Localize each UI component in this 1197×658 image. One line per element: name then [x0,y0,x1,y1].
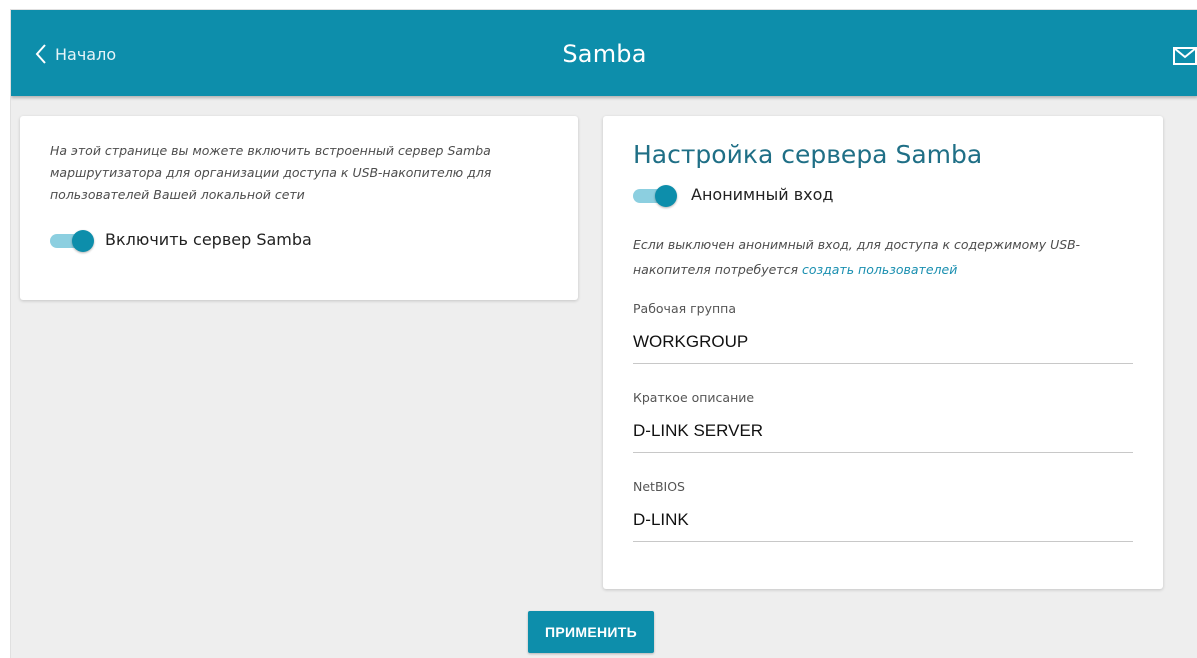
anonymous-login-label: Анонимный вход [691,185,834,204]
page-title: Samba [562,40,647,68]
apply-button[interactable]: ПРИМЕНИТЬ [528,611,654,653]
anonymous-login-note: Если выключен анонимный вход, для доступ… [633,232,1103,282]
short-description-input[interactable] [633,416,1133,446]
envelope-icon[interactable] [1173,47,1197,69]
samba-enable-card: На этой странице вы можете включить встр… [20,116,578,300]
header-bar: Начало Samba [11,10,1197,96]
short-description-field: Краткое описание [633,390,1133,453]
samba-settings-card: Настройка сервера Samba Анонимный вход Е… [603,116,1163,589]
settings-title: Настройка сервера Samba [633,140,983,169]
workgroup-label: Рабочая группа [633,301,736,316]
netbios-field: NetBIOS [633,479,1133,542]
toggle-thumb [655,185,677,207]
anonymous-login-toggle[interactable] [631,183,679,207]
app-frame: Начало Samba На этой странице вы можете … [10,9,1197,658]
workgroup-input[interactable] [633,327,1133,357]
enable-samba-toggle[interactable] [48,228,96,252]
short-description-label: Краткое описание [633,390,755,405]
toggle-thumb [72,230,94,252]
page-description: На этой странице вы можете включить встр… [50,143,492,202]
netbios-input[interactable] [633,505,1133,535]
create-users-link[interactable]: создать пользователей [802,262,957,277]
workgroup-field: Рабочая группа [633,301,1133,364]
enable-samba-label: Включить сервер Samba [105,230,312,249]
netbios-label: NetBIOS [633,479,685,494]
